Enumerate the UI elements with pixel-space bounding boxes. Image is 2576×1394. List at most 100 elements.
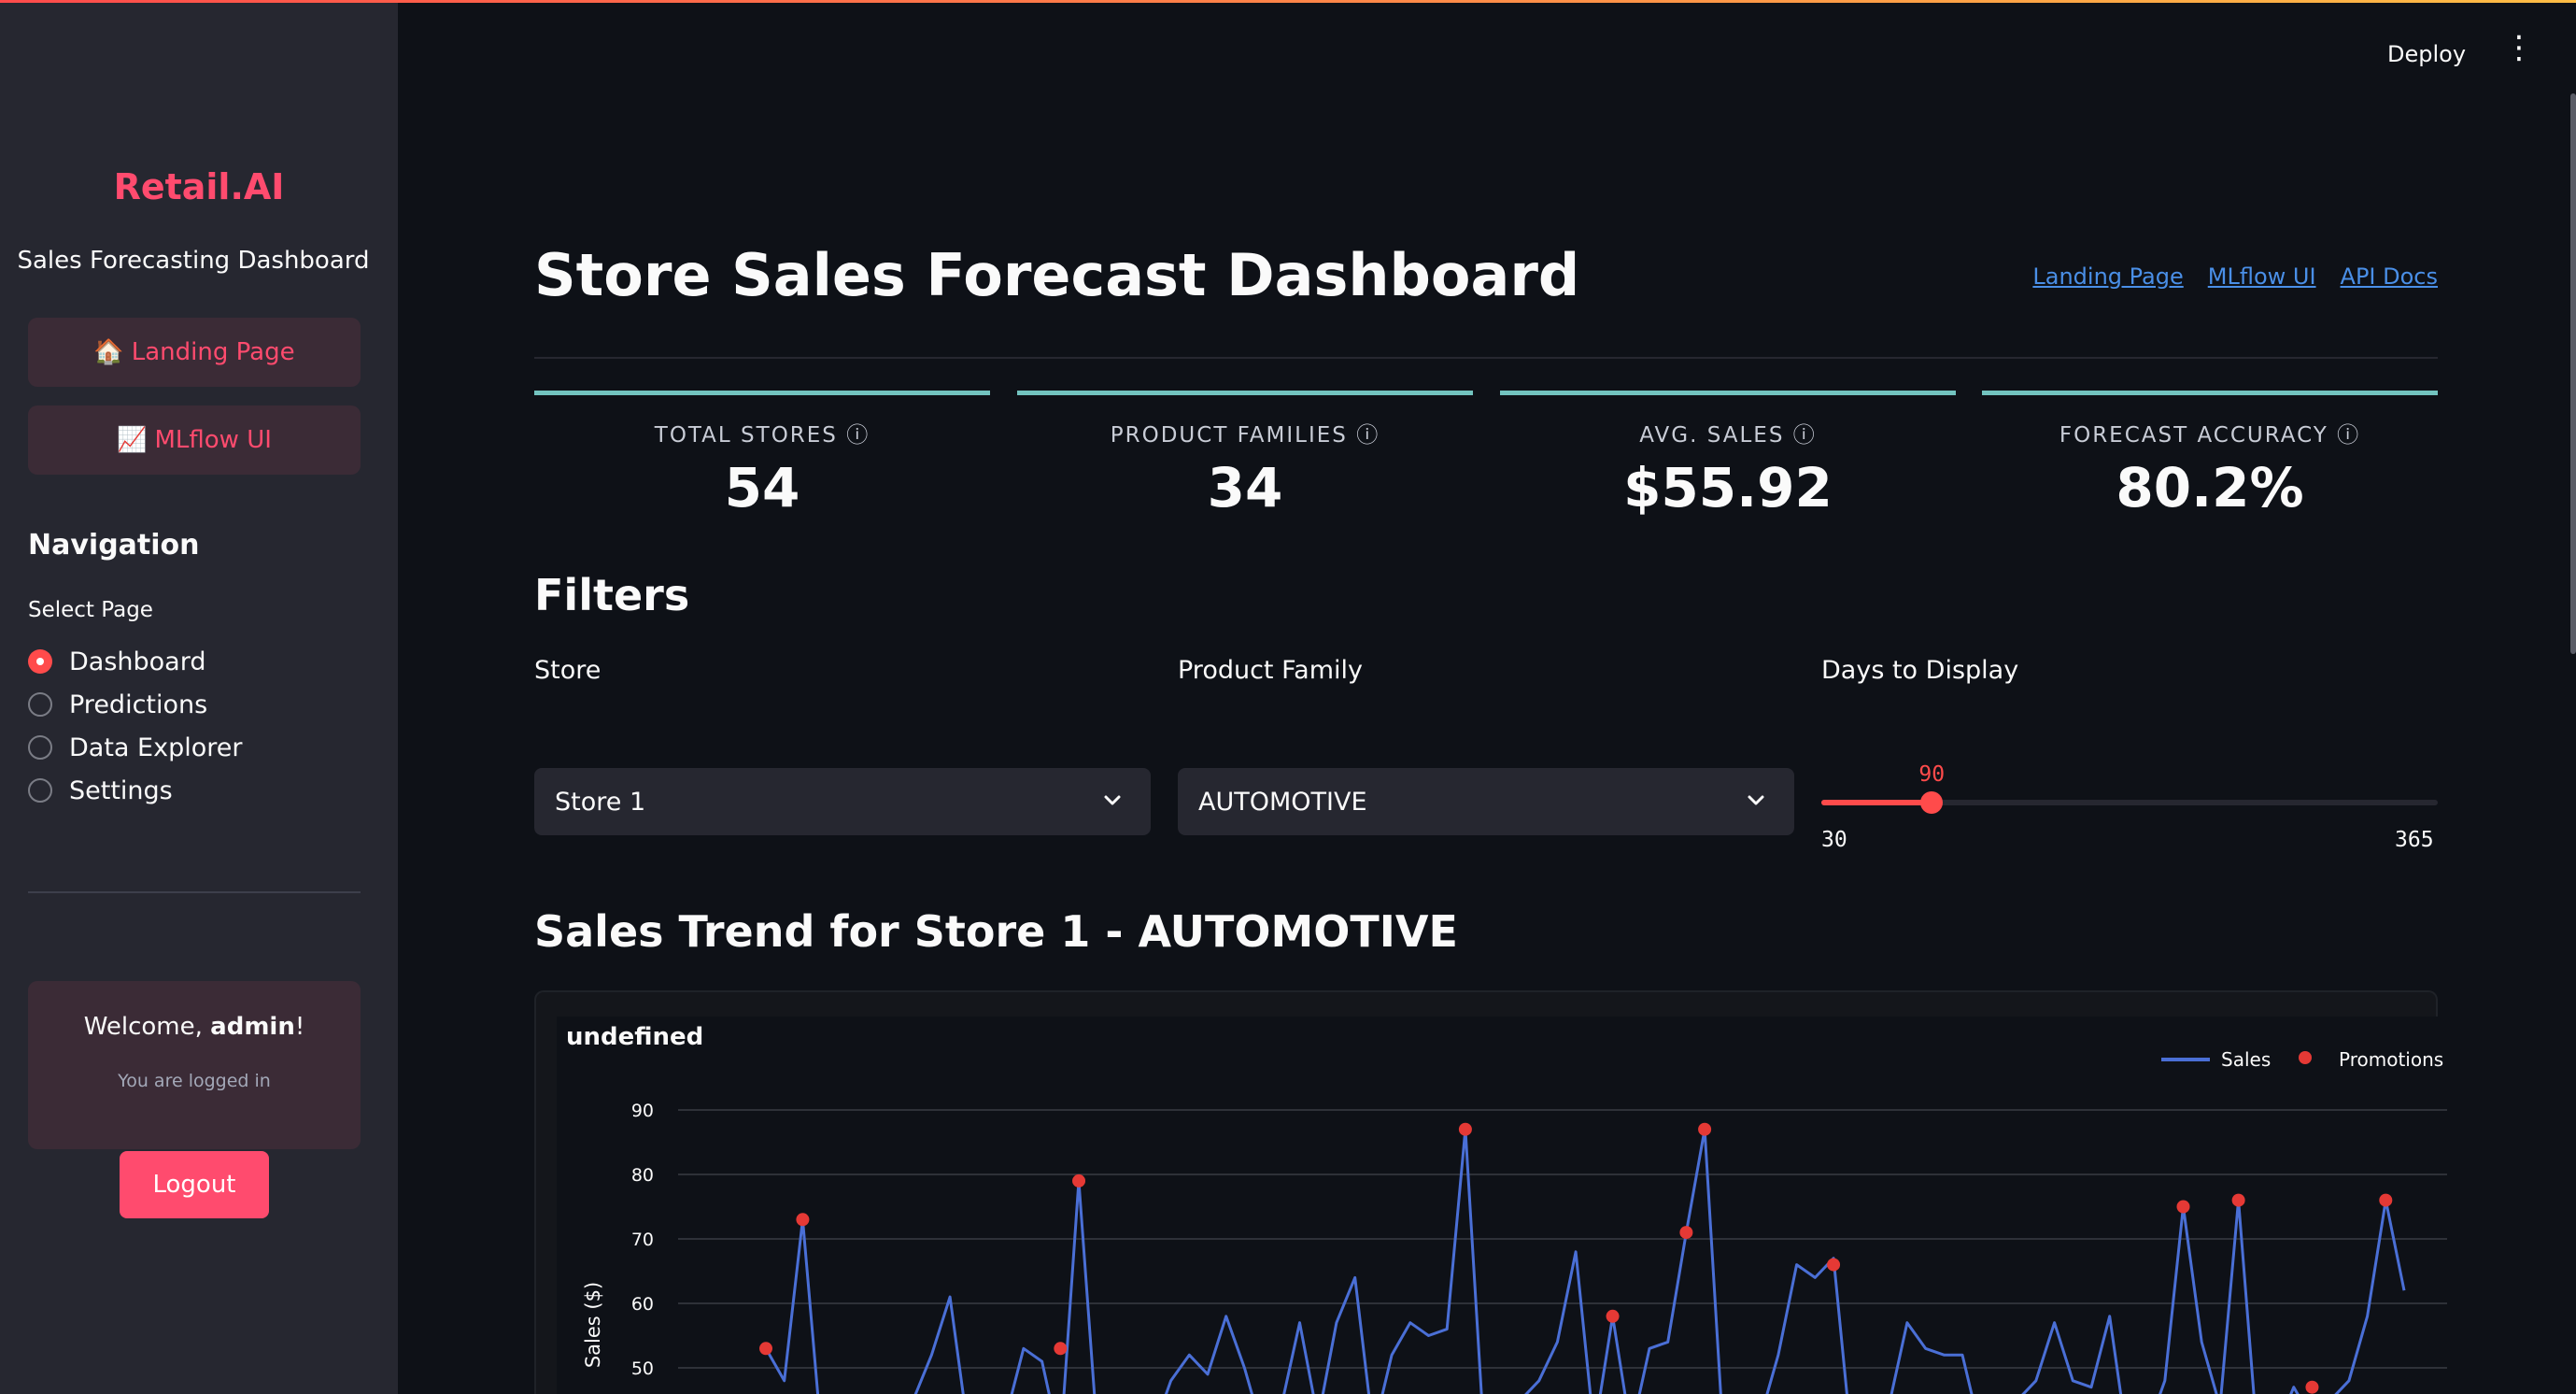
days-slider-value: 90 [1918,762,1946,787]
logout-button[interactable]: Logout [120,1151,269,1218]
api-docs-link[interactable]: API Docs [2341,263,2438,290]
info-icon[interactable]: ⓘ [2337,423,2360,448]
sidebar-divider [28,891,361,893]
store-select-value: Store 1 [555,787,646,817]
metric-label: PRODUCT FAMILIES ⓘ [1017,417,1473,448]
family-filter-label: Product Family [1178,656,1363,685]
welcome-text: Welcome, admin! [28,1013,361,1041]
store-select[interactable]: Store 1 [534,768,1151,835]
days-filter-label: Days to Display [1821,656,2019,685]
metric-label: FORECAST ACCURACY ⓘ [1982,417,2438,448]
page-radio-label: Settings [69,775,173,805]
info-icon[interactable]: ⓘ [1356,423,1380,448]
metric-label-text: PRODUCT FAMILIES [1110,423,1348,448]
metric-label-text: TOTAL STORES [654,423,838,448]
header-links: Landing Page MLflow UI API Docs [2032,263,2438,290]
radio-unselected-icon [28,692,52,717]
title-divider [534,357,2438,359]
promotion-point [1072,1174,1086,1188]
y-tick-label: 50 [631,1358,654,1379]
legend-swatch-promotions [2299,1051,2312,1064]
page-title: Store Sales Forecast Dashboard [534,241,1580,309]
y-tick-label: 70 [631,1230,654,1250]
promotion-point [2379,1193,2393,1207]
main-menu-icon[interactable]: ⋮ [2503,32,2535,64]
page-radio-dashboard[interactable]: Dashboard [28,646,205,677]
metric-avg-sales: AVG. SALES ⓘ $55.92 [1500,391,1956,519]
metric-value: 80.2% [2116,456,2304,519]
promotion-point [759,1342,772,1356]
chevron-down-icon [1748,795,1764,805]
promotion-point [2305,1380,2319,1394]
filters-heading: Filters [534,570,690,620]
chart-heading: Sales Trend for Store 1 - AUTOMOTIVE [534,906,1458,957]
series-line-sales [764,1128,2406,1394]
radio-unselected-icon [28,778,52,803]
days-slider-thumb[interactable] [1920,791,1944,814]
days-slider-fill [1821,800,1932,805]
page-radio-predictions[interactable]: Predictions [28,689,207,720]
info-icon[interactable]: ⓘ [846,423,870,448]
metric-label: TOTAL STORES ⓘ [534,417,990,448]
metric-accent-bar [534,391,990,395]
metric-forecast-accuracy: FORECAST ACCURACY ⓘ 80.2% [1982,391,2438,519]
mlflow-ui-button[interactable]: 📈 MLflow UI [28,405,361,475]
family-select-value: AUTOMOTIVE [1198,787,1367,817]
logged-in-text: You are logged in [118,1071,271,1091]
brand-title: Retail.AI [113,166,285,207]
house-icon: 🏠 [93,338,124,366]
metric-label: AVG. SALES ⓘ [1500,417,1956,448]
chevron-down-icon [1104,795,1121,805]
chart-title: undefined [566,1023,703,1051]
radio-selected-icon [28,649,52,674]
metric-value: 34 [1207,456,1283,519]
welcome-prefix: Welcome, [83,1013,211,1041]
promotion-point [2231,1193,2245,1207]
radio-unselected-icon [28,735,52,760]
page-radio-label: Dashboard [69,647,206,676]
promotion-point [1054,1342,1068,1356]
select-page-label: Select Page [28,598,153,622]
metric-value: 54 [724,456,800,519]
metric-accent-bar [1017,391,1473,395]
mlflow-ui-link[interactable]: MLflow UI [2208,263,2316,290]
info-icon[interactable]: ⓘ [1793,423,1817,448]
legend-label-promotions: Promotions [2339,1048,2443,1071]
page-radio-label: Data Explorer [69,733,243,762]
days-slider[interactable] [1821,791,2438,814]
navigation-heading: Navigation [28,529,200,562]
metric-label-text: FORECAST ACCURACY [2059,423,2328,448]
deploy-button[interactable]: Deploy [2387,41,2466,67]
metric-label-text: AVG. SALES [1639,423,1785,448]
top-accent-line [0,0,2576,3]
y-tick-label: 90 [631,1101,654,1121]
promotion-point [1698,1122,1712,1136]
landing-page-label: Landing Page [131,338,295,366]
landing-page-button[interactable]: 🏠 Landing Page [28,318,361,387]
mlflow-ui-label: MLflow UI [154,426,272,454]
store-filter-label: Store [534,656,602,685]
promotion-point [1679,1226,1693,1240]
metric-product-families: PRODUCT FAMILIES ⓘ 34 [1017,391,1473,519]
metric-value: $55.92 [1623,456,1833,519]
y-tick-label: 60 [631,1294,654,1315]
promotion-point [1458,1122,1472,1136]
legend-label-sales: Sales [2221,1048,2271,1071]
chart-icon: 📈 [117,426,148,454]
days-slider-max: 365 [2395,828,2434,852]
page-radio-settings[interactable]: Settings [28,775,173,806]
scrollbar[interactable] [2570,93,2576,654]
promotion-point [2176,1200,2190,1214]
metric-total-stores: TOTAL STORES ⓘ 54 [534,391,990,519]
chart-area: undefined Sales ($) 50 60 70 80 90 Sales Promoti… [557,1017,2447,1394]
sales-trend-chart[interactable]: undefined Sales ($) 50 60 70 80 90 Sales Promoti… [557,1017,2447,1394]
welcome-card: Welcome, admin! You are logged in [28,981,361,1149]
promotion-point [1827,1258,1841,1272]
days-slider-min: 30 [1821,828,1847,852]
welcome-suffix: ! [294,1013,305,1041]
landing-page-link[interactable]: Landing Page [2032,263,2183,290]
page-radio-data-explorer[interactable]: Data Explorer [28,732,242,763]
promotion-point [796,1213,810,1227]
promotion-point [1606,1309,1620,1323]
family-select[interactable]: AUTOMOTIVE [1178,768,1794,835]
